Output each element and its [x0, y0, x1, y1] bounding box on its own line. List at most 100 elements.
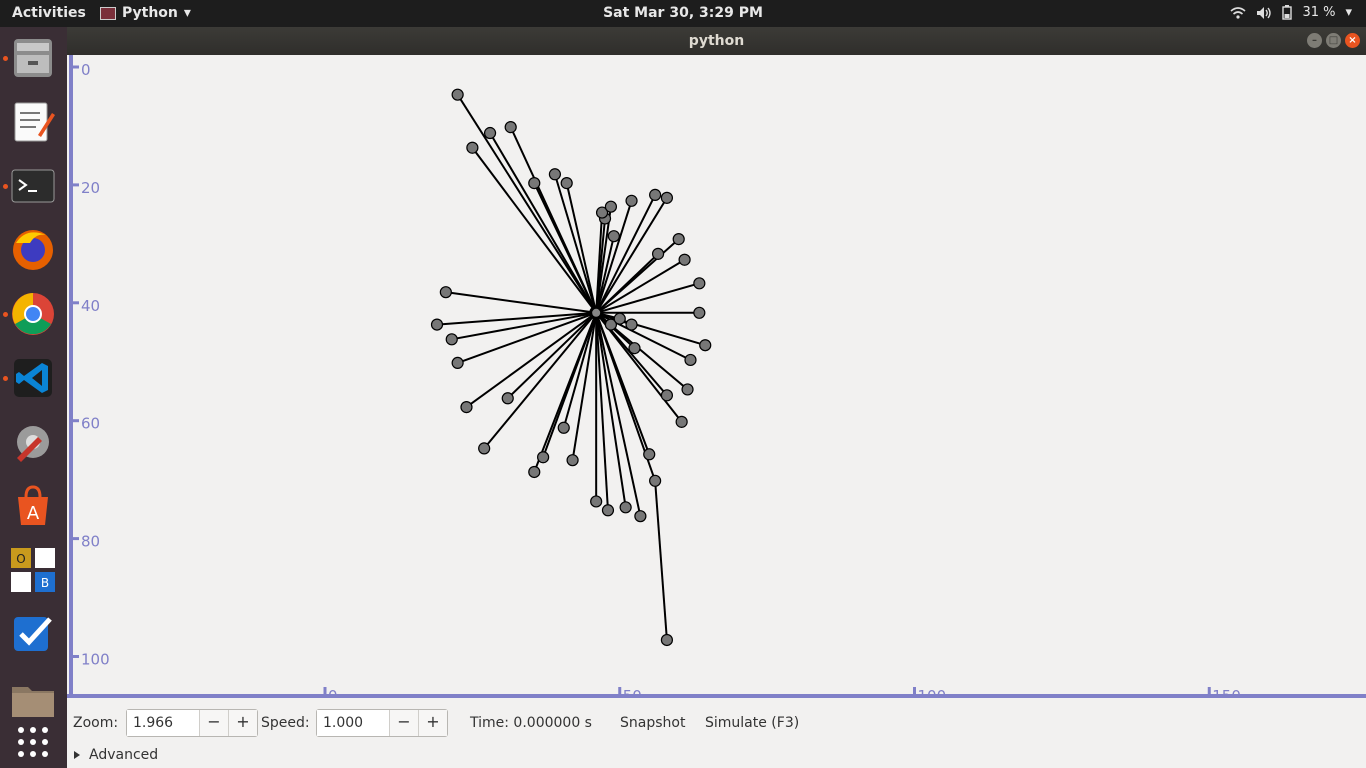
battery-icon [1282, 5, 1293, 20]
node [660, 191, 674, 204]
simulate-button[interactable]: Simulate (F3) [705, 715, 799, 731]
speed-spinbox[interactable]: − + [316, 709, 448, 737]
vscode-icon [14, 359, 52, 397]
edge [445, 291, 597, 314]
node [590, 495, 603, 508]
y-tick-label: 0 [81, 61, 91, 79]
node [504, 121, 517, 134]
dock-item-todo[interactable] [8, 609, 58, 659]
clock[interactable]: Sat Mar 30, 3:29 PM [603, 5, 763, 21]
x-tick-label: 100 [918, 687, 947, 698]
node [643, 448, 656, 461]
node [604, 200, 618, 213]
window-titlebar[interactable]: python – □ × [67, 27, 1366, 55]
python-app-icon [100, 6, 116, 20]
node [693, 306, 706, 319]
node [483, 126, 497, 140]
hub-node-center [592, 308, 601, 317]
edge [456, 94, 598, 314]
node [660, 633, 674, 647]
zoom-increment-button[interactable]: + [228, 710, 257, 736]
dock-item-files[interactable] [8, 33, 58, 83]
node [548, 168, 562, 181]
minimize-button[interactable]: – [1307, 33, 1322, 48]
dock-item-chrome[interactable] [8, 289, 58, 339]
node [537, 451, 550, 464]
x-tick-label: 0 [328, 687, 338, 698]
node [672, 233, 685, 246]
dock-item-vscode[interactable] [8, 353, 58, 403]
activities-button[interactable]: Activities [12, 5, 86, 21]
firefox-icon [13, 230, 53, 270]
x-tick-label: 50 [623, 687, 642, 698]
edge [533, 182, 598, 314]
speed-decrement-button[interactable]: − [389, 710, 418, 736]
zoom-input[interactable] [127, 710, 199, 736]
simulation-canvas[interactable]: 0 20 40 60 80 100 0 50 100 150 [67, 55, 1366, 698]
node [660, 389, 674, 402]
running-indicator [3, 184, 8, 189]
x-tick-label: 150 [1212, 687, 1241, 698]
dock-item-firefox[interactable] [8, 225, 58, 275]
node [651, 247, 665, 260]
node [466, 141, 479, 154]
y-tick-label: 80 [81, 533, 100, 551]
speed-increment-button[interactable]: + [418, 710, 447, 736]
system-tray[interactable]: 31 % ▾ [1230, 5, 1352, 20]
node [478, 442, 491, 455]
node [649, 474, 662, 487]
node [460, 401, 473, 414]
edge [542, 312, 598, 458]
dock-item-software-center[interactable]: A [8, 481, 58, 531]
dock-item-text-editor[interactable] [8, 97, 58, 147]
todo-icon [14, 617, 52, 651]
chevron-down-icon: ▾ [183, 5, 191, 21]
advanced-label: Advanced [89, 747, 159, 763]
dock-item-show-apps[interactable] [8, 717, 58, 767]
dock-item-terminal[interactable] [8, 161, 58, 211]
close-button[interactable]: × [1345, 33, 1360, 48]
edge [553, 173, 598, 314]
node [528, 465, 541, 479]
chrome-icon [12, 293, 54, 335]
edge [436, 311, 597, 326]
snapshot-button[interactable]: Snapshot [620, 715, 685, 731]
node [439, 286, 452, 299]
speed-label: Speed: [261, 715, 310, 731]
node [678, 253, 691, 266]
y-tick-label: 20 [81, 179, 100, 197]
office-icon: OB [11, 548, 55, 592]
node [613, 312, 626, 325]
zoom-spinbox[interactable]: − + [126, 709, 258, 737]
text-editor-icon [14, 102, 55, 142]
node [699, 339, 712, 352]
svg-text:A: A [27, 503, 40, 524]
running-indicator [3, 312, 8, 317]
dock-item-settings[interactable] [8, 417, 58, 467]
node [625, 318, 638, 331]
node [566, 454, 579, 467]
node [501, 392, 514, 405]
node [560, 177, 573, 190]
show-apps-icon [18, 727, 48, 757]
node [649, 188, 662, 201]
node [675, 415, 688, 428]
dock-item-folder[interactable] [8, 673, 58, 723]
node [557, 421, 570, 434]
speed-input[interactable] [317, 710, 389, 736]
software-center-icon: A [18, 485, 48, 525]
y-tick-label: 40 [81, 297, 100, 315]
app-menu[interactable]: Python ▾ [100, 5, 191, 21]
chevron-down-icon: ▾ [1345, 5, 1352, 20]
svg-text:O: O [16, 552, 25, 566]
node [681, 383, 694, 396]
dock-item-office[interactable]: OB [8, 545, 58, 595]
edge [465, 311, 597, 408]
node [693, 277, 706, 290]
node [625, 194, 638, 207]
maximize-button[interactable]: □ [1326, 33, 1341, 48]
control-bar: Zoom: − + Speed: − + Time: 0.000000 s Sn… [67, 698, 1366, 768]
advanced-expander[interactable]: Advanced [73, 747, 158, 763]
folder-icon [12, 687, 54, 717]
zoom-decrement-button[interactable]: − [199, 710, 228, 736]
